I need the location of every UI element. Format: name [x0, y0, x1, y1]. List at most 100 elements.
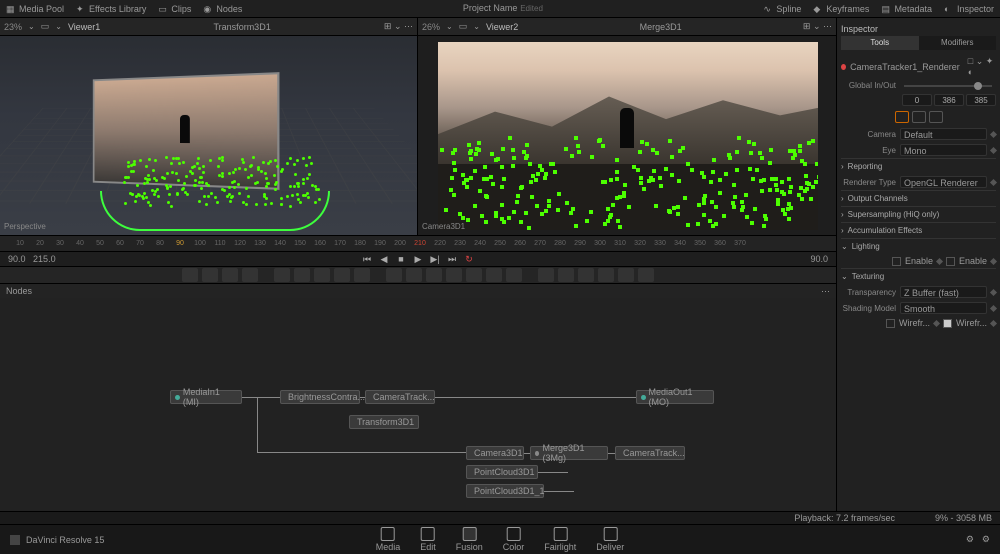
- time-start[interactable]: 90.0: [8, 254, 26, 264]
- keyframe-icon[interactable]: [936, 257, 943, 264]
- global-io-slider[interactable]: [904, 85, 992, 87]
- tool-btn[interactable]: [558, 268, 574, 282]
- eye-dropdown[interactable]: Mono: [900, 144, 987, 156]
- pin-icon[interactable]: □ ⌄ ✦ ◐: [968, 56, 996, 77]
- reporting-section[interactable]: Reporting: [841, 158, 996, 174]
- viewer1-opts-icon[interactable]: ⊞ ⌄ ⋯: [384, 21, 413, 32]
- page-deliver[interactable]: Deliver: [596, 527, 624, 552]
- tools-tab[interactable]: Tools: [841, 36, 919, 50]
- node-pcloud2[interactable]: PointCloud3D1_1: [466, 484, 544, 498]
- media-pool-tab[interactable]: ▦Media Pool: [6, 4, 64, 14]
- node-camtrack2[interactable]: CameraTrack...: [615, 446, 685, 460]
- node-mediain[interactable]: MediaIn1 (MI): [170, 390, 242, 404]
- step-fwd-icon[interactable]: ▶|: [428, 253, 442, 265]
- play-icon[interactable]: ▶: [411, 253, 425, 265]
- mode-icon-3[interactable]: [929, 111, 943, 123]
- keyframe-icon[interactable]: [990, 257, 997, 264]
- node-mediaout[interactable]: MediaOut1 (MO): [636, 390, 714, 404]
- mode-icon-2[interactable]: [912, 111, 926, 123]
- tool-btn[interactable]: [294, 268, 310, 282]
- page-fusion[interactable]: Fusion: [456, 527, 483, 552]
- viewer2-zoom[interactable]: 26%: [422, 22, 440, 32]
- tool-btn[interactable]: [222, 268, 238, 282]
- tool-btn[interactable]: [406, 268, 422, 282]
- tool-btn[interactable]: [242, 268, 258, 282]
- global-mid-field[interactable]: 386: [934, 94, 964, 106]
- page-edit[interactable]: Edit: [420, 527, 436, 552]
- tool-btn[interactable]: [274, 268, 290, 282]
- spline-tab[interactable]: ∿Spline: [763, 4, 801, 14]
- tool-btn[interactable]: [426, 268, 442, 282]
- keyframe-icon[interactable]: [990, 130, 997, 137]
- stop-icon[interactable]: ■: [394, 253, 408, 265]
- node-pcloud1[interactable]: PointCloud3D1: [466, 465, 538, 479]
- tool-btn[interactable]: [314, 268, 330, 282]
- keyframe-icon[interactable]: [990, 319, 997, 326]
- node-transform[interactable]: Transform3D1: [349, 415, 419, 429]
- viewer1[interactable]: Perspective: [0, 36, 418, 235]
- viewer1-zoom[interactable]: 23%: [4, 22, 22, 32]
- time-current[interactable]: 90.0: [810, 254, 828, 264]
- tool-btn[interactable]: [578, 268, 594, 282]
- node-graph[interactable]: MediaIn1 (MI) BrightnessContra... CameraTr…: [0, 298, 836, 511]
- tool-btn[interactable]: [538, 268, 554, 282]
- go-last-icon[interactable]: ⏭: [445, 253, 459, 265]
- keyframe-icon[interactable]: [990, 288, 997, 295]
- tool-btn[interactable]: [386, 268, 402, 282]
- keyframe-icon[interactable]: [990, 178, 997, 185]
- renderer-dropdown[interactable]: OpenGL Renderer: [900, 176, 987, 188]
- step-back-icon[interactable]: ◀: [377, 253, 391, 265]
- output-channels-section[interactable]: Output Channels: [841, 190, 996, 206]
- tool-btn[interactable]: [334, 268, 350, 282]
- page-fairlight[interactable]: Fairlight: [544, 527, 576, 552]
- enable-checkbox[interactable]: [892, 257, 901, 266]
- transparency-dropdown[interactable]: Z Buffer (fast): [900, 286, 987, 298]
- tool-btn[interactable]: [202, 268, 218, 282]
- node-camtrack[interactable]: CameraTrack...: [365, 390, 435, 404]
- accumulation-section[interactable]: Accumulation Effects: [841, 222, 996, 238]
- timeline-ruler[interactable]: 1020304050607080901001101201301401501601…: [0, 236, 836, 252]
- go-first-icon[interactable]: ⏮: [360, 253, 374, 265]
- global-in-field[interactable]: 0: [902, 94, 932, 106]
- clips-tab[interactable]: ▭Clips: [158, 4, 191, 14]
- camera-dropdown[interactable]: Default: [900, 128, 987, 140]
- nodes-options-icon[interactable]: ⋯: [821, 286, 830, 297]
- tool-btn[interactable]: [506, 268, 522, 282]
- enable-checkbox-2[interactable]: [946, 257, 955, 266]
- tool-btn[interactable]: [354, 268, 370, 282]
- node-camera[interactable]: Camera3D1: [466, 446, 524, 460]
- viewer2-opts-icon[interactable]: ⊞ ⌄ ⋯: [803, 21, 832, 32]
- tool-btn[interactable]: [486, 268, 502, 282]
- supersampling-section[interactable]: Supersampling (HiQ only): [841, 206, 996, 222]
- page-media[interactable]: Media: [376, 527, 401, 552]
- time-end[interactable]: 215.0: [33, 254, 56, 264]
- global-out-field[interactable]: 385: [966, 94, 996, 106]
- keyframes-tab[interactable]: ◆Keyframes: [813, 4, 869, 14]
- home-icon[interactable]: [10, 535, 20, 545]
- texturing-section[interactable]: Texturing: [841, 268, 996, 284]
- node-merge[interactable]: Merge3D1 (3Mg): [530, 446, 608, 460]
- metadata-tab[interactable]: ▤Metadata: [881, 4, 932, 14]
- mode-icon-1[interactable]: [895, 111, 909, 123]
- node-bright[interactable]: BrightnessContra...: [280, 390, 360, 404]
- lighting-section[interactable]: Lighting: [841, 238, 996, 254]
- page-color[interactable]: Color: [503, 527, 525, 552]
- wireframe-checkbox[interactable]: [886, 319, 895, 328]
- settings-icon[interactable]: ⚙: [982, 534, 990, 545]
- inspector-tab[interactable]: ◐Inspector: [944, 4, 994, 14]
- tool-btn[interactable]: [446, 268, 462, 282]
- nodes-tab[interactable]: ◉Nodes: [203, 4, 242, 14]
- tool-btn[interactable]: [618, 268, 634, 282]
- keyframe-icon[interactable]: [933, 319, 940, 326]
- tool-btn[interactable]: [598, 268, 614, 282]
- tool-btn[interactable]: [638, 268, 654, 282]
- loop-icon[interactable]: ↻: [462, 253, 476, 265]
- modifiers-tab[interactable]: Modifiers: [919, 36, 997, 50]
- project-settings-icon[interactable]: ⚙: [966, 534, 974, 545]
- tool-btn[interactable]: [182, 268, 198, 282]
- shading-dropdown[interactable]: Smooth: [900, 302, 987, 314]
- keyframe-icon[interactable]: [990, 146, 997, 153]
- wireframe-checkbox-2[interactable]: [943, 319, 952, 328]
- viewer2[interactable]: Camera3D1: [418, 36, 836, 235]
- effects-library-tab[interactable]: ✦Effects Library: [76, 4, 146, 14]
